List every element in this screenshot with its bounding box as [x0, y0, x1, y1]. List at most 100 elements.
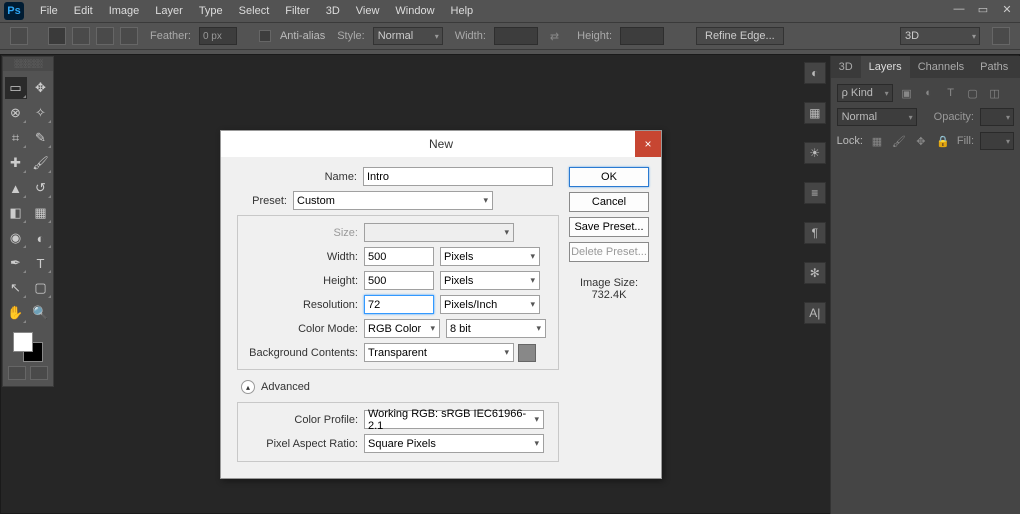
- dialog-close-button[interactable]: ×: [635, 131, 661, 157]
- fill-field[interactable]: [980, 132, 1014, 150]
- menu-help[interactable]: Help: [443, 5, 482, 17]
- bgcontents-label: Background Contents:: [246, 347, 364, 359]
- move-tool-icon[interactable]: ✥: [30, 77, 52, 99]
- menu-image[interactable]: Image: [101, 5, 148, 17]
- blur-tool-icon[interactable]: ◉: [5, 227, 27, 249]
- new-selection-icon[interactable]: [48, 27, 66, 45]
- colormode-select[interactable]: RGB Color: [364, 319, 440, 338]
- lock-trans-icon[interactable]: ▦: [869, 133, 885, 149]
- color-panel-icon[interactable]: ◐: [804, 62, 826, 84]
- lock-pos-icon[interactable]: ✥: [913, 133, 929, 149]
- menu-layer[interactable]: Layer: [147, 5, 191, 17]
- opt-height-label: Height:: [577, 30, 612, 42]
- par-select[interactable]: Square Pixels: [364, 434, 544, 453]
- filter-adjust-icon[interactable]: ◐: [921, 85, 937, 101]
- feather-input[interactable]: 0 px: [199, 27, 237, 45]
- tab-3d[interactable]: 3D: [831, 56, 861, 78]
- screen-mode-icon[interactable]: [992, 27, 1010, 45]
- type-tool-icon[interactable]: T: [30, 252, 52, 274]
- tab-channels[interactable]: Channels: [910, 56, 972, 78]
- swap-icon[interactable]: ⇄: [550, 30, 559, 43]
- paragraph-panel-icon[interactable]: ¶: [804, 222, 826, 244]
- crop-tool-icon[interactable]: ⌗: [5, 127, 27, 149]
- adjustments-panel-icon[interactable]: ☀: [804, 142, 826, 164]
- tab-layers[interactable]: Layers: [861, 56, 910, 78]
- dialog-titlebar[interactable]: New ×: [221, 131, 661, 157]
- lock-all-icon[interactable]: 🔒: [935, 133, 951, 149]
- minimize-button[interactable]: —: [952, 2, 966, 16]
- menu-window[interactable]: Window: [387, 5, 442, 17]
- path-tool-icon[interactable]: ↖: [5, 277, 27, 299]
- eyedropper-tool-icon[interactable]: ✎: [30, 127, 52, 149]
- tool-preset-icon[interactable]: [10, 27, 28, 45]
- resolution-input[interactable]: [364, 295, 434, 314]
- cancel-button[interactable]: Cancel: [569, 192, 649, 212]
- menu-edit[interactable]: Edit: [66, 5, 101, 17]
- menu-type[interactable]: Type: [191, 5, 231, 17]
- height-unit-select[interactable]: Pixels: [440, 271, 540, 290]
- eraser-tool-icon[interactable]: ◧: [5, 202, 27, 224]
- ok-button[interactable]: OK: [569, 167, 649, 187]
- styles-panel-icon[interactable]: ≡: [804, 182, 826, 204]
- menu-file[interactable]: File: [32, 5, 66, 17]
- style-select[interactable]: Normal: [373, 27, 443, 45]
- screenmode-small-icon[interactable]: [30, 366, 48, 380]
- name-input[interactable]: [363, 167, 553, 186]
- height-input[interactable]: [364, 271, 434, 290]
- tab-paths[interactable]: Paths: [972, 56, 1016, 78]
- blend-mode-select[interactable]: Normal: [837, 108, 917, 126]
- filter-shape-icon[interactable]: ▢: [965, 85, 981, 101]
- view-mode-select[interactable]: 3D: [900, 27, 980, 45]
- antialias-checkbox[interactable]: [259, 30, 271, 42]
- subtract-selection-icon[interactable]: [96, 27, 114, 45]
- character-panel-icon[interactable]: ✻: [804, 262, 826, 284]
- colorprofile-select[interactable]: Working RGB: sRGB IEC61966-2.1: [364, 410, 544, 429]
- filter-smart-icon[interactable]: ◫: [987, 85, 1003, 101]
- foreground-color-swatch[interactable]: [13, 332, 33, 352]
- bgcontents-select[interactable]: Transparent: [364, 343, 514, 362]
- lasso-tool-icon[interactable]: ⊗: [5, 102, 27, 124]
- preset-select[interactable]: Custom: [293, 191, 493, 210]
- lock-image-icon[interactable]: 🖌: [891, 133, 907, 149]
- heal-tool-icon[interactable]: ✚: [5, 152, 27, 174]
- quickmask-icon[interactable]: [8, 366, 26, 380]
- swatches-panel-icon[interactable]: ▦: [804, 102, 826, 124]
- menu-filter[interactable]: Filter: [277, 5, 317, 17]
- resolution-unit-select[interactable]: Pixels/Inch: [440, 295, 540, 314]
- opacity-label: Opacity:: [934, 111, 974, 123]
- width-input[interactable]: [364, 247, 434, 266]
- menu-view[interactable]: View: [348, 5, 388, 17]
- dodge-tool-icon[interactable]: ◐: [30, 227, 52, 249]
- zoom-tool-icon[interactable]: 🔍: [30, 302, 52, 324]
- advanced-toggle[interactable]: ▴: [241, 380, 255, 394]
- toolbox-grip[interactable]: ░░░░░: [3, 57, 53, 71]
- filter-type-icon[interactable]: T: [943, 85, 959, 101]
- save-preset-button[interactable]: Save Preset...: [569, 217, 649, 237]
- bitdepth-select[interactable]: 8 bit: [446, 319, 546, 338]
- shape-tool-icon[interactable]: ▢: [30, 277, 52, 299]
- stamp-tool-icon[interactable]: ▲: [5, 177, 27, 199]
- bgcolor-swatch[interactable]: [518, 344, 536, 362]
- size-label: Size:: [246, 227, 364, 239]
- close-window-button[interactable]: ✕: [1000, 2, 1014, 16]
- maximize-button[interactable]: ▭: [976, 2, 990, 16]
- menu-3d[interactable]: 3D: [318, 5, 348, 17]
- wand-tool-icon[interactable]: ✧: [30, 102, 52, 124]
- filter-pixel-icon[interactable]: ▣: [899, 85, 915, 101]
- width-unit-select[interactable]: Pixels: [440, 247, 540, 266]
- brush-tool-icon[interactable]: 🖌: [30, 152, 52, 174]
- layer-kind-filter[interactable]: ρ Kind: [837, 84, 893, 102]
- dialog-title: New: [429, 137, 453, 151]
- opacity-field[interactable]: [980, 108, 1014, 126]
- pen-tool-icon[interactable]: ✒: [5, 252, 27, 274]
- hand-tool-icon[interactable]: ✋: [5, 302, 27, 324]
- add-selection-icon[interactable]: [72, 27, 90, 45]
- refine-edge-button[interactable]: Refine Edge...: [696, 27, 784, 45]
- history-brush-icon[interactable]: ↺: [30, 177, 52, 199]
- gradient-tool-icon[interactable]: ▦: [30, 202, 52, 224]
- intersect-selection-icon[interactable]: [120, 27, 138, 45]
- menu-select[interactable]: Select: [231, 5, 278, 17]
- color-swatches[interactable]: [13, 332, 43, 362]
- marquee-tool-icon[interactable]: ▭: [5, 77, 27, 99]
- type-panel-icon[interactable]: A|: [804, 302, 826, 324]
